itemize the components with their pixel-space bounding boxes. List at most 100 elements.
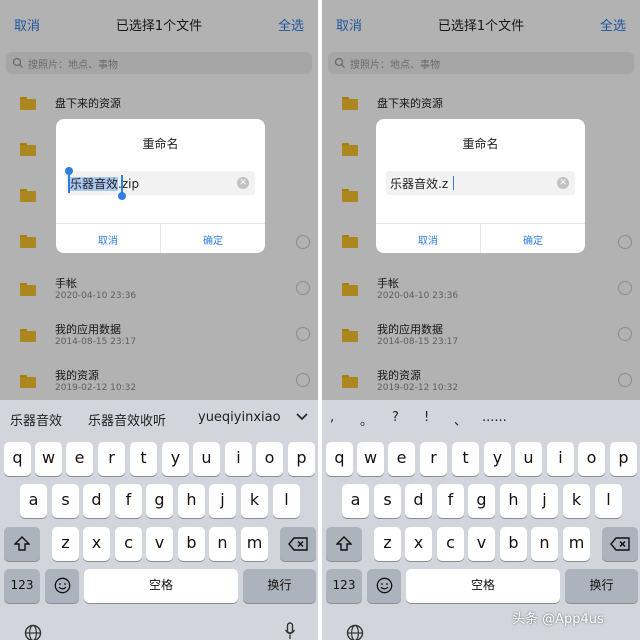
key-r[interactable]: r — [98, 442, 125, 476]
space-key[interactable]: 空格 — [84, 569, 238, 603]
key-v[interactable]: v — [468, 527, 495, 561]
emoji-icon — [54, 577, 70, 594]
key-o[interactable]: o — [578, 442, 605, 476]
watermark-text: 头条 @App4us — [512, 612, 604, 627]
backspace-icon — [288, 537, 308, 551]
key-g[interactable]: g — [468, 484, 495, 518]
emoji-icon — [376, 577, 392, 594]
key-u[interactable]: u — [515, 442, 542, 476]
rename-input-text: 乐器音效.zip — [70, 175, 139, 192]
return-key[interactable]: 换行 — [565, 569, 638, 603]
key-m[interactable]: m — [241, 527, 268, 561]
globe-icon[interactable] — [24, 624, 42, 640]
dialog-cancel-button[interactable]: 取消 — [376, 232, 480, 247]
dialog-confirm-button[interactable]: 确定 — [481, 232, 585, 247]
microphone-icon[interactable] — [284, 622, 296, 640]
delete-key[interactable] — [602, 527, 638, 561]
key-h[interactable]: h — [178, 484, 205, 518]
key-x[interactable]: x — [405, 527, 432, 561]
screenshot-panel-left: 取消 已选择1个文件 全选 搜照片：地点、事物 盘下来的资源 手帐 2020-0… — [0, 0, 318, 640]
key-t[interactable]: t — [452, 442, 479, 476]
punctuation-item[interactable]: 、 — [454, 410, 467, 429]
shift-key[interactable] — [4, 527, 40, 561]
dialog-confirm-button[interactable]: 确定 — [161, 232, 265, 247]
screenshot-panel-right: 取消 已选择1个文件 全选 搜照片：地点、事物 盘下来的资源 手帐 2020-0… — [322, 0, 640, 640]
keyboard: , 。 ? ! 、 ...... q w e r t y u i o p a s… — [322, 400, 640, 640]
key-t[interactable]: t — [130, 442, 157, 476]
key-m[interactable]: m — [563, 527, 590, 561]
backspace-icon — [610, 537, 630, 551]
selection-start-bar — [68, 173, 70, 193]
key-r[interactable]: r — [420, 442, 447, 476]
key-b[interactable]: b — [178, 527, 205, 561]
key-g[interactable]: g — [146, 484, 173, 518]
rename-input[interactable]: 乐器音效.z ✕ — [386, 171, 575, 195]
key-a[interactable]: a — [20, 484, 47, 518]
key-j[interactable]: j — [209, 484, 236, 518]
key-p[interactable]: p — [610, 442, 637, 476]
key-z[interactable]: z — [52, 527, 79, 561]
key-p[interactable]: p — [288, 442, 315, 476]
punctuation-item[interactable]: ? — [392, 410, 399, 425]
clear-icon[interactable]: ✕ — [237, 177, 249, 189]
key-i[interactable]: i — [547, 442, 574, 476]
key-s[interactable]: s — [374, 484, 401, 518]
key-b[interactable]: b — [500, 527, 527, 561]
key-c[interactable]: c — [437, 527, 464, 561]
number-mode-key[interactable]: 123 — [4, 569, 40, 603]
key-k[interactable]: k — [241, 484, 268, 518]
clear-icon[interactable]: ✕ — [557, 177, 569, 189]
key-s[interactable]: s — [52, 484, 79, 518]
key-n[interactable]: n — [209, 527, 236, 561]
key-l[interactable]: l — [595, 484, 622, 518]
punctuation-item[interactable]: , — [330, 410, 334, 425]
key-i[interactable]: i — [225, 442, 252, 476]
space-key[interactable]: 空格 — [406, 569, 560, 603]
number-mode-key[interactable]: 123 — [326, 569, 362, 603]
emoji-key[interactable] — [45, 569, 79, 603]
key-n[interactable]: n — [531, 527, 558, 561]
key-e[interactable]: e — [388, 442, 415, 476]
key-z[interactable]: z — [374, 527, 401, 561]
delete-key[interactable] — [280, 527, 316, 561]
rename-dialog: 重命名 乐器音效.z ✕ 取消 确定 — [376, 119, 585, 253]
punctuation-item[interactable]: ...... — [482, 410, 507, 425]
key-a[interactable]: a — [342, 484, 369, 518]
chevron-down-icon[interactable] — [296, 412, 308, 422]
selected-text: 乐器音效 — [70, 177, 119, 191]
key-w[interactable]: w — [357, 442, 384, 476]
selection-end-handle[interactable] — [118, 192, 126, 200]
shift-key[interactable] — [326, 527, 362, 561]
key-f[interactable]: f — [437, 484, 464, 518]
key-e[interactable]: e — [66, 442, 93, 476]
punctuation-item[interactable]: ! — [424, 410, 429, 425]
key-y[interactable]: y — [162, 442, 189, 476]
key-u[interactable]: u — [193, 442, 220, 476]
suggestion-item[interactable]: 乐器音效 — [10, 410, 62, 429]
key-q[interactable]: q — [326, 442, 353, 476]
punctuation-bar: , 。 ? ! 、 ...... — [322, 400, 640, 438]
key-h[interactable]: h — [500, 484, 527, 518]
return-key[interactable]: 换行 — [243, 569, 316, 603]
key-f[interactable]: f — [115, 484, 142, 518]
key-l[interactable]: l — [273, 484, 300, 518]
key-j[interactable]: j — [531, 484, 558, 518]
emoji-key[interactable] — [367, 569, 401, 603]
key-d[interactable]: d — [405, 484, 432, 518]
suggestion-item[interactable]: 乐器音效收听 — [88, 410, 166, 429]
key-c[interactable]: c — [115, 527, 142, 561]
key-d[interactable]: d — [83, 484, 110, 518]
key-y[interactable]: y — [484, 442, 511, 476]
key-w[interactable]: w — [35, 442, 62, 476]
key-v[interactable]: v — [146, 527, 173, 561]
dialog-cancel-button[interactable]: 取消 — [56, 232, 160, 247]
suggestion-item[interactable]: yueqiyinxiao — [198, 410, 281, 425]
key-o[interactable]: o — [256, 442, 283, 476]
key-x[interactable]: x — [83, 527, 110, 561]
globe-icon[interactable] — [346, 624, 364, 640]
rename-input[interactable]: 乐器音效.zip ✕ — [66, 171, 255, 195]
key-q[interactable]: q — [4, 442, 31, 476]
key-k[interactable]: k — [563, 484, 590, 518]
rename-input-text: 乐器音效.z — [390, 175, 448, 192]
punctuation-item[interactable]: 。 — [360, 410, 373, 429]
